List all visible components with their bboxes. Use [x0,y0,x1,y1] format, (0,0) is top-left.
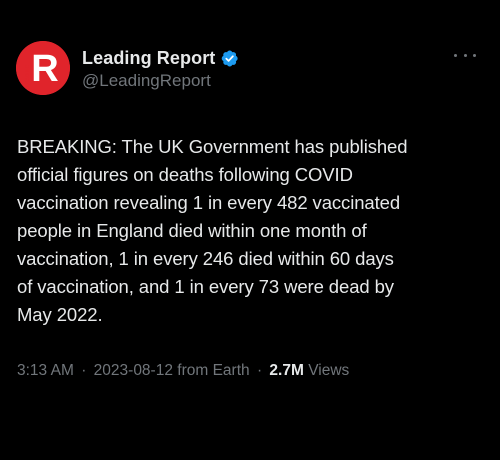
meta-separator: · [256,362,263,379]
author-info: Leading Report @LeadingReport [82,46,422,91]
display-name-row: Leading Report [82,46,422,70]
tweet-text: BREAKING: The UK Government has publishe… [17,136,408,325]
author-display-name[interactable]: Leading Report [82,48,215,69]
author-handle[interactable]: @LeadingReport [82,71,422,91]
views-count: 2.7M [269,362,304,379]
more-options-icon[interactable] [454,50,476,60]
views-label: Views [308,362,350,379]
avatar-letter: R [31,48,58,90]
avatar-small-text: LEADING [25,65,31,88]
verified-badge-icon [220,49,239,68]
meta-separator: · [81,362,87,379]
tweet-date-source[interactable]: 2023-08-12 from Earth [94,362,250,379]
tweet-meta: 3:13 AM · 2023-08-12 from Earth · 2.7M V… [17,362,349,380]
tweet-card: R LEADING Leading Report @LeadingReport … [0,0,500,460]
tweet-time[interactable]: 3:13 AM [17,362,74,379]
avatar-logo-icon: R LEADING [16,41,70,95]
author-avatar[interactable]: R LEADING [16,41,70,95]
